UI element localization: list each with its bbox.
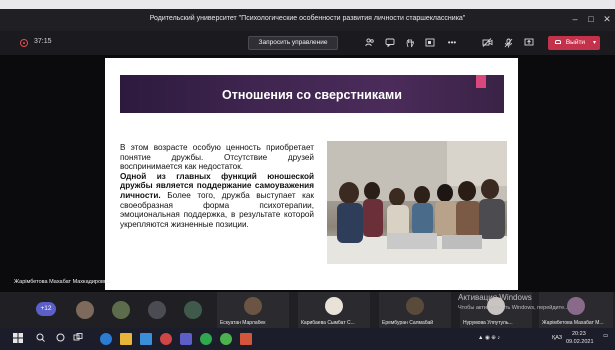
phone-icon	[555, 40, 561, 45]
mic-off-icon[interactable]	[502, 38, 514, 48]
meeting-title: Родительский университет "Психологически…	[149, 15, 466, 22]
meeting-toolbar: 37:15 Запросить управление ••• Выйти ▾	[0, 31, 615, 55]
mail-icon[interactable]	[140, 333, 152, 345]
participant-name: Жарімбетова Махабат М...	[542, 320, 604, 326]
file-explorer-icon[interactable]	[120, 333, 132, 345]
opera-icon[interactable]	[160, 333, 172, 345]
participant-tile[interactable]: Карибаева Сымбат С...	[298, 292, 370, 328]
windows-activation-title: Активация Windows	[458, 293, 532, 302]
avatar[interactable]	[112, 301, 130, 319]
search-icon[interactable]	[34, 333, 46, 345]
powerpoint-icon[interactable]	[240, 333, 252, 345]
leave-label: Выйти	[565, 39, 586, 46]
camera-off-icon[interactable]	[481, 38, 493, 48]
people-icon[interactable]	[364, 38, 376, 48]
recording-icon	[20, 39, 28, 47]
avatar[interactable]	[184, 301, 202, 319]
students-photo	[327, 141, 507, 264]
raise-hand-icon[interactable]	[404, 38, 416, 48]
maximize-icon[interactable]: □	[584, 13, 598, 25]
teams-icon[interactable]	[180, 333, 192, 345]
shared-screen-stage: Отношения со сверстниками В этом возраст…	[0, 55, 615, 292]
leave-button[interactable]: Выйти ▾	[548, 36, 600, 50]
avatar	[406, 297, 424, 315]
tray-date[interactable]: 09.02.2021	[566, 339, 594, 345]
avatar[interactable]	[76, 301, 94, 319]
tray-time[interactable]: 20:23	[572, 331, 586, 337]
avatar	[244, 297, 262, 315]
tray-icons[interactable]: ▲ ◉ ⊕ ♪	[478, 335, 500, 341]
whatsapp-icon[interactable]	[220, 333, 232, 345]
titlebar: Родительский университет "Психологически…	[0, 9, 615, 31]
slide-title: Отношения со сверстниками	[222, 88, 402, 102]
chrome-icon[interactable]	[200, 333, 212, 345]
cortana-icon[interactable]	[54, 333, 66, 345]
chat-icon[interactable]	[384, 38, 396, 48]
participant-name: Ескуатан Марлабек	[220, 320, 266, 326]
avatar	[325, 297, 343, 315]
presentation-slide: Отношения со сверстниками В этом возраст…	[105, 58, 518, 290]
language-indicator[interactable]: ҚАЗ	[552, 335, 562, 341]
participant-tile[interactable]: Ерембуран Салмабай	[379, 292, 451, 328]
windows-taskbar: ▲ ◉ ⊕ ♪ ҚАЗ 20:23 09.02.2021 ▭	[0, 328, 615, 350]
share-icon[interactable]	[523, 38, 535, 48]
participant-name: Ерембуран Салмабай	[382, 320, 434, 326]
slide-accent-tab	[476, 75, 486, 88]
presenter-name: Жарімбетова Махабат Махкадировна	[14, 279, 111, 285]
participant-name: Карибаева Сымбат С...	[301, 320, 355, 326]
more-icon[interactable]: •••	[446, 38, 458, 48]
request-control-button[interactable]: Запросить управление	[248, 36, 338, 50]
avatar	[567, 297, 585, 315]
edge-icon[interactable]	[100, 333, 112, 345]
notification-icon[interactable]: ▭	[603, 333, 608, 339]
slide-header-banner: Отношения со сверстниками	[120, 75, 504, 113]
windows-start-icon[interactable]	[12, 333, 24, 345]
more-participants-badge[interactable]: +12	[36, 302, 56, 316]
task-view-icon[interactable]	[72, 333, 84, 345]
slide-body-text: В этом возрасте особую ценность приобрет…	[120, 143, 314, 229]
teams-window: Родительский университет "Психологически…	[0, 0, 615, 350]
minimize-icon[interactable]: –	[568, 13, 582, 25]
slide-paragraph-1: В этом возрасте особую ценность приобрет…	[120, 143, 314, 172]
meeting-timer: 37:15	[34, 38, 52, 45]
windows-activation-subtitle: Чтобы активировать Windows, перейдите...	[458, 305, 569, 311]
participant-name: Нурумова Улпутуль...	[463, 320, 513, 326]
avatar[interactable]	[148, 301, 166, 319]
participant-tile[interactable]: Ескуатан Марлабек	[217, 292, 289, 328]
chevron-down-icon[interactable]: ▾	[593, 36, 596, 50]
close-icon[interactable]: ✕	[600, 13, 614, 25]
rooms-icon[interactable]	[424, 38, 436, 48]
